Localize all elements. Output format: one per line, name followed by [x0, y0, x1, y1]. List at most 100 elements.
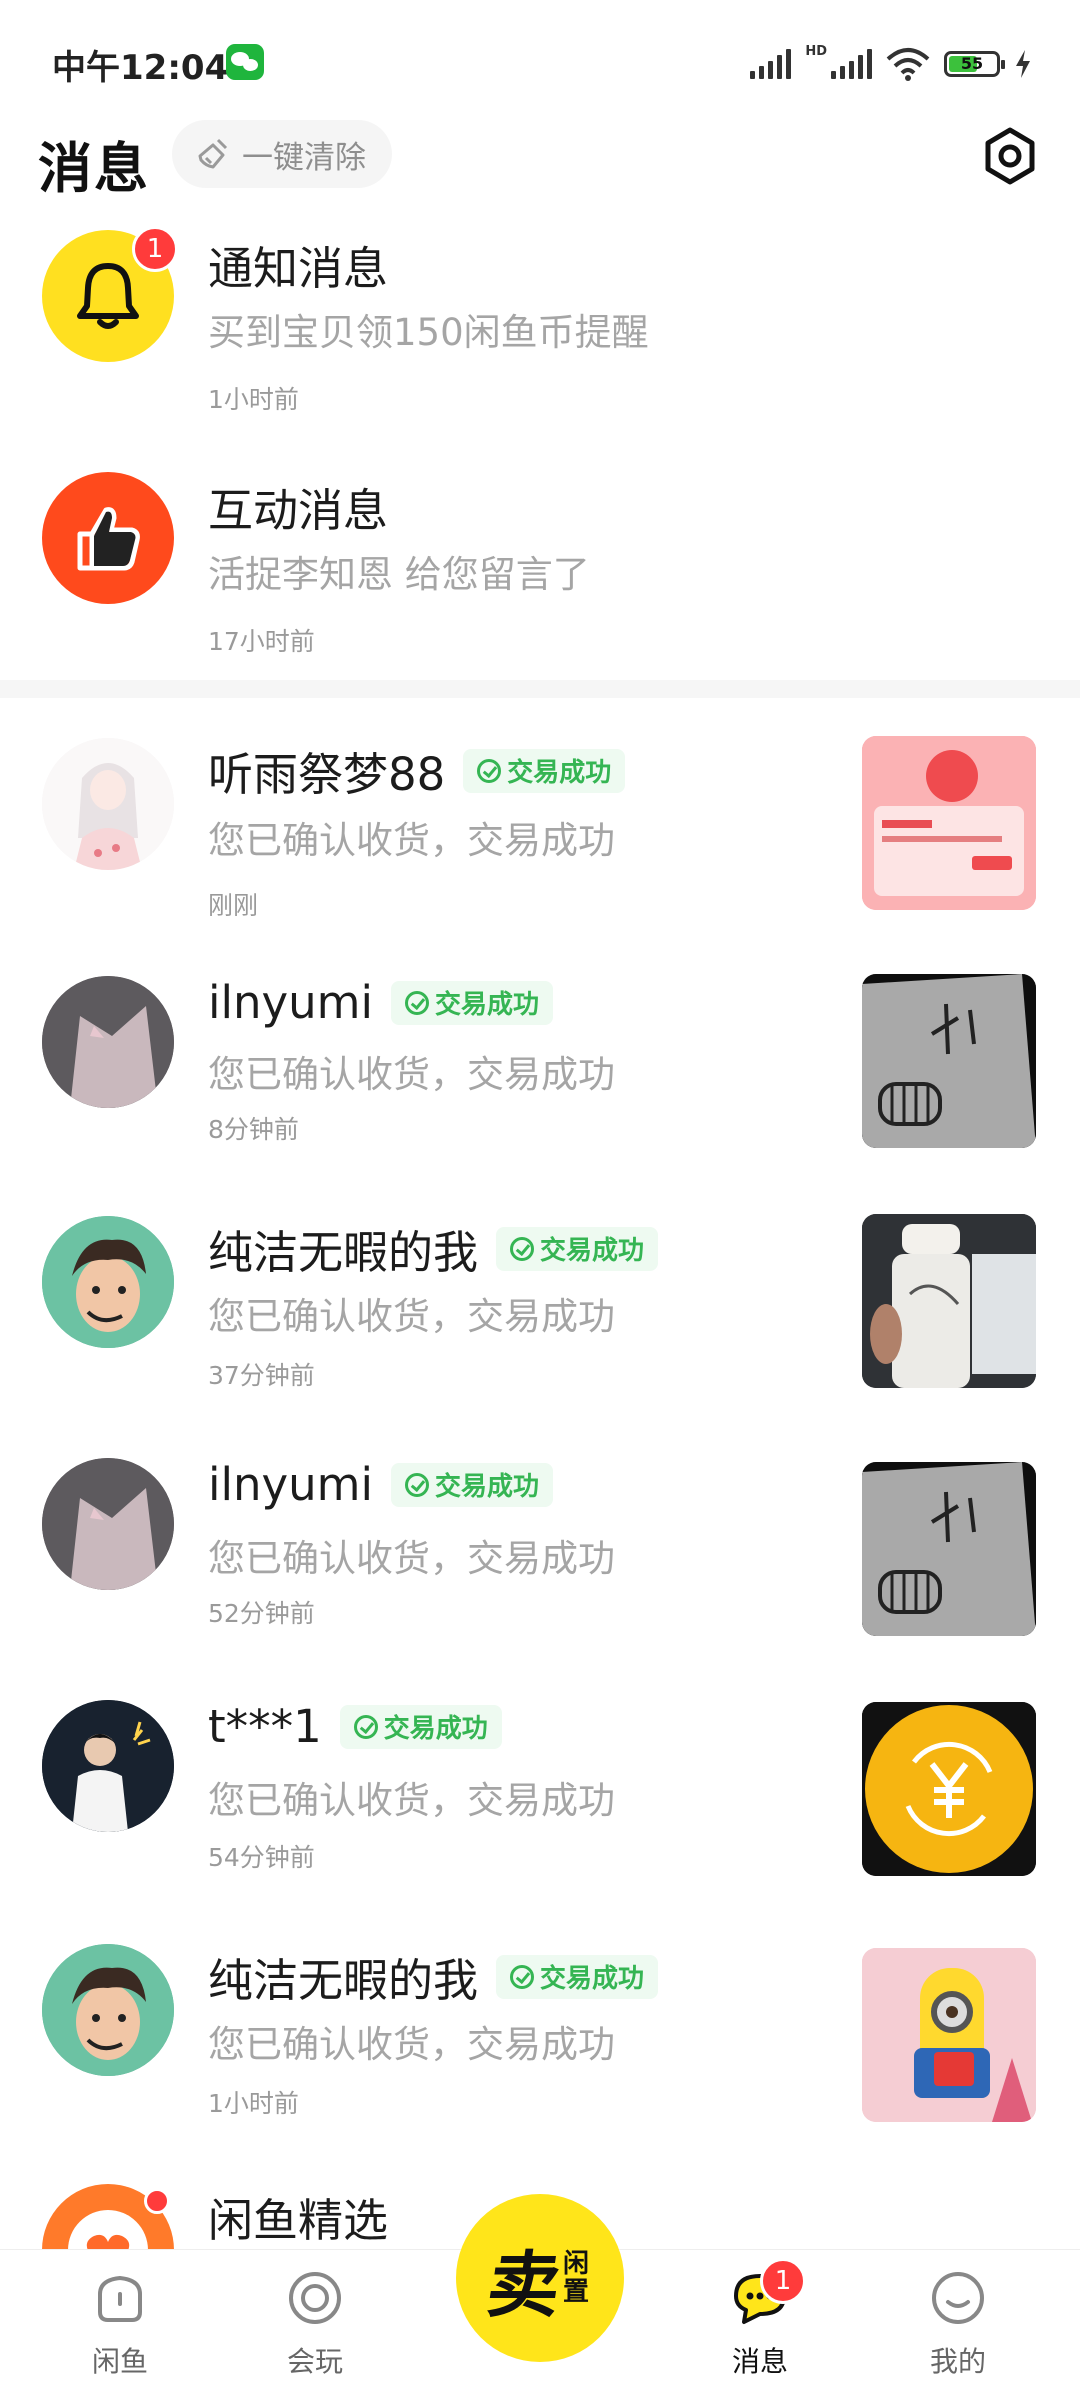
smile-face-icon — [932, 2272, 984, 2324]
message-time: 37分钟前 — [208, 1361, 315, 1390]
item-thumbnail[interactable] — [862, 1462, 1036, 1636]
featured-dot — [144, 2188, 170, 2214]
bottom-nav: 闲鱼 会玩 卖 闲置 1 消息 我的 — [0, 2194, 1080, 2400]
boy-sparkler-avatar-icon — [42, 1700, 174, 1832]
nav-item-play[interactable]: 会玩 — [245, 2268, 385, 2380]
nav-item-home[interactable]: 闲鱼 — [50, 2268, 190, 2380]
notification-time: 1小时前 — [208, 385, 299, 414]
conversation-row[interactable]: 纯洁无暇的我 交易成功 您已确认收货，交易成功 37分钟前 — [0, 1214, 1080, 1416]
sketch-board-thumb-icon — [862, 974, 1036, 1148]
conversation-header: 听雨祭梦88 交易成功 — [208, 738, 626, 803]
contact-name: 纯洁无暇的我 — [208, 1954, 479, 2007]
sell-label: 卖 — [482, 2242, 566, 2327]
yuan-coin-thumb-icon — [862, 1702, 1036, 1876]
red-coupon-thumb-icon — [862, 736, 1036, 910]
item-thumbnail[interactable] — [862, 1948, 1036, 2122]
hd-label: HD — [805, 44, 827, 59]
last-message: 您已确认收货，交易成功 — [208, 1295, 615, 1338]
broom-icon — [198, 138, 228, 169]
featured-title: 闲鱼精选 — [208, 2194, 389, 2247]
status-tag: 交易成功 — [339, 1704, 502, 1749]
cat-ear-avatar-icon — [42, 976, 174, 1108]
nav-label-play: 会玩 — [286, 2345, 343, 2378]
interaction-subtitle: 活捉李知恩 给您留言了 — [208, 553, 590, 596]
status-tag-label: 交易成功 — [435, 1472, 540, 1502]
check-circle-icon — [477, 758, 502, 783]
cartoon-man-avatar-icon — [42, 1216, 174, 1348]
check-circle-icon — [405, 990, 430, 1015]
conversation-row[interactable]: ilnyumi 交易成功 您已确认收货，交易成功 8分钟前 — [0, 974, 1080, 1176]
status-tag-label: 交易成功 — [383, 1714, 488, 1744]
conversation-header: 纯洁无暇的我 交易成功 — [208, 1944, 659, 2009]
status-tag: 交易成功 — [496, 1226, 659, 1271]
item-thumbnail[interactable] — [862, 1702, 1036, 1876]
sketch-board-thumb-icon — [862, 1462, 1036, 1636]
message-time: 刚刚 — [208, 891, 259, 920]
status-tag: 交易成功 — [391, 1462, 554, 1507]
status-tag-label: 交易成功 — [507, 758, 612, 788]
interaction-avatar — [42, 472, 174, 604]
clear-all-button[interactable]: 一键清除 — [172, 120, 392, 188]
nav-label-messages: 消息 — [731, 2345, 788, 2378]
status-time: 中午12:04 — [52, 48, 229, 88]
avatar — [42, 1216, 174, 1348]
item-thumbnail[interactable] — [862, 1214, 1036, 1388]
section-divider — [0, 680, 1080, 698]
contact-name: 纯洁无暇的我 — [208, 1226, 479, 1279]
conversation-row[interactable]: ilnyumi 交易成功 您已确认收货，交易成功 52分钟前 — [0, 1458, 1080, 1658]
status-tag: 交易成功 — [391, 980, 554, 1025]
contact-name: ilnyumi — [208, 1458, 374, 1511]
last-message: 您已确认收货，交易成功 — [208, 1537, 615, 1580]
nav-item-messages[interactable]: 1 消息 — [690, 2258, 830, 2380]
charging-icon — [1016, 50, 1030, 78]
page-title: 消息 — [38, 137, 150, 200]
item-thumbnail[interactable] — [862, 736, 1036, 910]
check-circle-icon — [510, 1236, 535, 1261]
status-tag-label: 交易成功 — [540, 1236, 645, 1266]
interaction-time: 17小时前 — [208, 627, 315, 656]
sell-button[interactable]: 卖 闲置 — [456, 2194, 624, 2362]
signal-icon — [750, 49, 792, 79]
clear-all-label: 一键清除 — [242, 139, 366, 176]
conversation-row[interactable]: 纯洁无暇的我 交易成功 您已确认收货，交易成功 1小时前 — [0, 1944, 1080, 2144]
messages-badge: 1 — [760, 2258, 806, 2304]
status-tag-label: 交易成功 — [435, 990, 540, 1020]
settings-icon[interactable] — [980, 126, 1040, 186]
notification-row[interactable]: 1 通知消息 买到宝贝领150闲鱼币提醒 1小时前 — [0, 226, 1080, 430]
message-time: 52分钟前 — [208, 1599, 315, 1628]
conversation-row[interactable]: 听雨祭梦88 交易成功 您已确认收货，交易成功 刚刚 — [0, 736, 1080, 938]
status-tag: 交易成功 — [496, 1954, 659, 1999]
status-tag: 交易成功 — [463, 748, 626, 793]
avatar — [42, 738, 174, 870]
avatar — [42, 976, 174, 1108]
anime-girl-avatar-icon — [42, 738, 174, 870]
notification-avatar: 1 — [42, 226, 178, 362]
avatar — [42, 1458, 174, 1590]
signal-2-icon — [831, 49, 872, 79]
conversation-header: t***1 交易成功 — [208, 1700, 502, 1753]
interaction-title: 互动消息 — [208, 484, 389, 537]
minion-card-thumb-icon — [862, 1948, 1036, 2122]
status-bar: 中午12:04 HD 55 — [0, 0, 1080, 120]
check-circle-icon — [353, 1714, 378, 1739]
thumbs-up-icon — [77, 507, 140, 571]
conversation-header: ilnyumi 交易成功 — [208, 976, 554, 1029]
wifi-icon — [886, 48, 930, 81]
message-time: 8分钟前 — [208, 1115, 299, 1144]
conversation-row[interactable]: t***1 交易成功 您已确认收货，交易成功 54分钟前 — [0, 1700, 1080, 1900]
contact-name: 听雨祭梦88 — [208, 748, 446, 801]
nav-item-profile[interactable]: 我的 — [888, 2268, 1028, 2380]
conversation-header: 纯洁无暇的我 交易成功 — [208, 1216, 659, 1281]
check-circle-icon — [510, 1964, 535, 1989]
check-circle-icon — [405, 1472, 430, 1497]
status-icons: HD 55 — [750, 44, 1032, 84]
last-message: 您已确认收货，交易成功 — [208, 1779, 615, 1822]
nav-label-home: 闲鱼 — [91, 2345, 148, 2378]
item-thumbnail[interactable] — [862, 974, 1036, 1148]
cat-ear-avatar-icon — [42, 1458, 174, 1590]
notification-badge: 1 — [132, 226, 178, 272]
last-message: 您已确认收货，交易成功 — [208, 2023, 615, 2066]
tumbler-thumb-icon — [862, 1214, 1036, 1388]
nav-label-profile: 我的 — [929, 2345, 986, 2378]
interaction-row[interactable]: 互动消息 活捉李知恩 给您留言了 17小时前 — [0, 472, 1080, 672]
